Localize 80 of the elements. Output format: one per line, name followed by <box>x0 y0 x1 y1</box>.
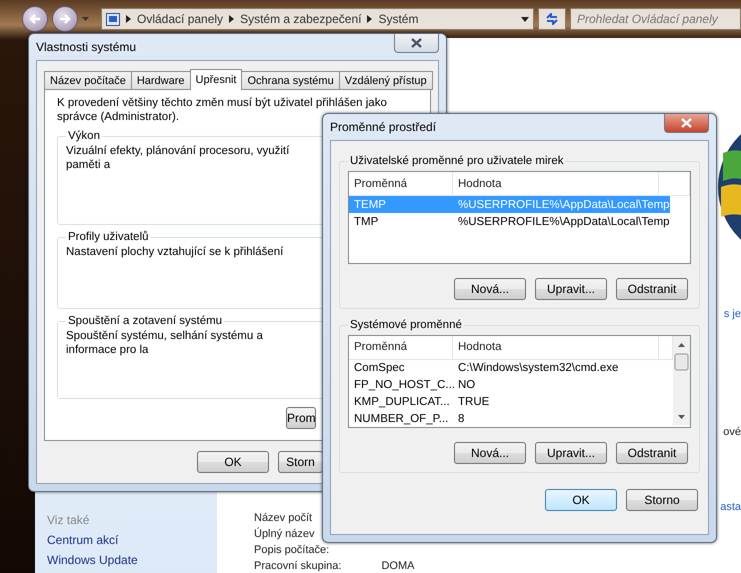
info-label: Úplný název <box>254 527 315 541</box>
variable-value: %USERPROFILE%\AppData\Local\Temp <box>457 198 670 210</box>
variable-name: KMP_DUPLICAT... <box>353 396 451 408</box>
tab[interactable]: Vzdálený přístup <box>338 71 433 90</box>
group-title: Uživatelské proměnné pro uživatele mirek <box>349 155 564 167</box>
variable-value: C:\Windows\system32\cmd.exe <box>457 362 620 374</box>
group-description: Spouštění systému, selhání systému a informace pro la <box>66 329 264 357</box>
address-bar[interactable]: Ovládací panely Systém a zabezpečení Systém <box>101 8 534 30</box>
dialog-button[interactable]: Storn <box>278 451 323 473</box>
info-label: Pracovní skupina: <box>254 559 342 573</box>
label-text: ové <box>723 426 741 438</box>
tab[interactable]: Hardware <box>130 71 191 90</box>
variable-value: 8 <box>457 412 466 425</box>
chevron-icon <box>126 15 131 23</box>
list-row[interactable]: TMP %USERPROFILE%\AppData\Local\Temp <box>349 213 670 230</box>
list-row[interactable]: KMP_DUPLICAT... TRUE <box>349 393 653 410</box>
back-button[interactable] <box>22 6 48 32</box>
list-action-button[interactable]: Nová... <box>454 278 526 300</box>
list-action-button[interactable]: Nová... <box>454 442 526 464</box>
info-value: DOMA <box>381 559 414 573</box>
group-title: Výkon <box>67 130 101 142</box>
refresh-button[interactable] <box>538 8 566 30</box>
list-row[interactable]: FP_NO_HOST_C... NO <box>349 376 653 394</box>
pane-link[interactable]: Windows Update <box>47 553 217 567</box>
list-row[interactable]: NUMBER_OF_P... 8 <box>349 410 653 427</box>
window-title: Proměnné prostředí <box>330 120 436 134</box>
close-icon <box>411 38 422 48</box>
arrow-right-icon <box>59 13 71 25</box>
list-action-button[interactable]: Odstranit <box>616 442 688 464</box>
variable-name: TMP <box>353 216 380 228</box>
list-action-button[interactable]: Odstranit <box>616 278 688 300</box>
arrow-left-icon <box>29 13 41 25</box>
breadcrumb-item[interactable]: Ovládací panely <box>137 12 224 26</box>
tab[interactable]: Ochrana systému <box>241 71 340 90</box>
link-text[interactable]: asta <box>720 501 741 513</box>
info-label: Popis počítače: <box>254 543 330 557</box>
link-text[interactable]: s je <box>724 308 741 320</box>
variable-name: ComSpec <box>353 362 406 374</box>
note-text: K provedení většiny těchto změn musí být uživatel přihlášen jako správce (Administrator). <box>57 96 388 123</box>
group-title: Profily uživatelů <box>67 231 150 243</box>
group-description: Nastavení plochy vztahující se k přihlášení <box>66 245 284 259</box>
window-title: Vlastnosti systému <box>36 40 136 54</box>
tab[interactable]: Upřesnit <box>190 69 242 90</box>
scrollbar[interactable] <box>673 336 690 425</box>
close-button[interactable] <box>664 114 709 133</box>
breadcrumb-item[interactable]: Systém <box>378 12 418 26</box>
column-header[interactable]: Proměnná <box>349 172 453 195</box>
close-icon <box>681 118 692 128</box>
pane-link[interactable]: Centrum akcí <box>47 533 217 547</box>
control-panel-icon <box>106 12 120 26</box>
dialog-button[interactable]: Storno <box>626 489 698 511</box>
column-header[interactable]: Proměnná <box>349 336 453 359</box>
variable-value: TRUE <box>457 396 490 408</box>
list-action-button[interactable]: Upravit... <box>535 278 607 300</box>
breadcrumb-item[interactable]: Systém a zabezpečení <box>240 12 362 26</box>
group-title: Spouštění a zotavení systému <box>67 315 224 327</box>
variable-name: NUMBER_OF_P... <box>353 412 450 425</box>
close-button[interactable] <box>394 34 439 53</box>
tab[interactable]: Název počítače <box>44 71 132 90</box>
refresh-icon <box>545 13 559 25</box>
dialog-button[interactable]: OK <box>545 489 617 511</box>
dialog-button[interactable]: OK <box>197 451 269 473</box>
environment-variables-button[interactable]: Prom <box>286 407 316 429</box>
variable-name: TEMP <box>353 198 387 210</box>
forward-button[interactable] <box>52 6 78 32</box>
variable-value: NO <box>457 378 476 391</box>
variable-name: FP_NO_HOST_C... <box>353 378 453 391</box>
list-row[interactable]: ComSpec C:\Windows\system32\cmd.exe <box>349 360 653 377</box>
column-header[interactable]: Hodnota <box>453 336 659 359</box>
list-action-button[interactable]: Upravit... <box>535 442 607 464</box>
group-title: Systémové proměnné <box>349 319 463 331</box>
group-description: Vizuální efekty, plánování procesoru, využití paměti a <box>66 144 290 172</box>
dropdown-arrow-icon[interactable] <box>521 16 529 22</box>
variable-value: %USERPROFILE%\AppData\Local\Temp <box>457 216 670 228</box>
column-header[interactable]: Hodnota <box>453 172 659 195</box>
info-label: Název počít <box>254 511 312 525</box>
section-heading: Viz také <box>47 513 90 527</box>
search-field[interactable]: Prohledat Ovládací panely <box>570 8 741 30</box>
chevron-icon <box>367 15 372 23</box>
chevron-icon <box>229 15 234 23</box>
